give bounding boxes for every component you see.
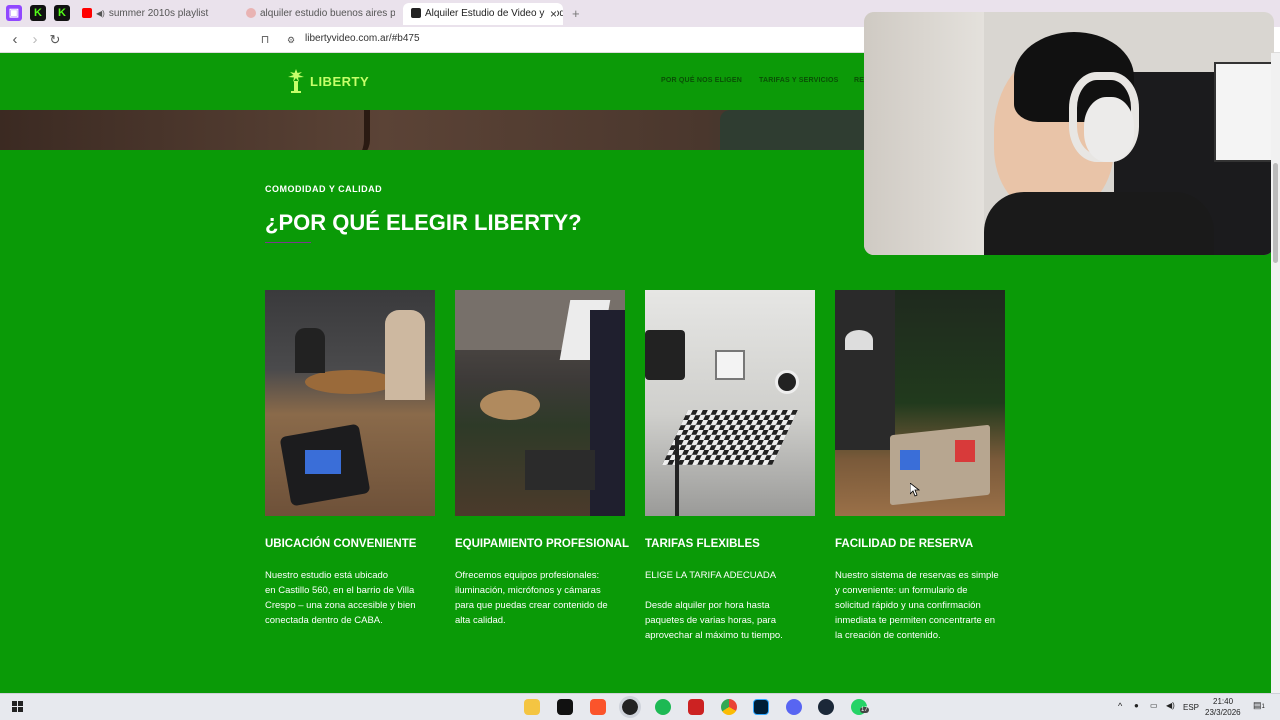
- language-indicator[interactable]: ESP: [1183, 703, 1199, 712]
- feature-card-ubicacion: UBICACIÓN CONVENIENTE Nuestro estudio es…: [265, 290, 435, 626]
- kick-pinned-tab-icon-2[interactable]: K: [54, 5, 70, 21]
- feature-description: ELIGE LA TARIFA ADECUADA Desde alquiler …: [645, 570, 783, 641]
- youtube-icon: [82, 8, 92, 19]
- file-explorer-icon[interactable]: [524, 699, 540, 715]
- obs-icon[interactable]: [619, 696, 641, 718]
- scrollbar-thumb[interactable]: [1273, 163, 1278, 263]
- logo-text: LIBERTY: [310, 73, 370, 89]
- nav-link-reservas[interactable]: RE: [854, 77, 864, 84]
- feature-title: TARIFAS FLEXIBLES: [645, 538, 760, 550]
- feature-card-equipamiento: EQUIPAMIENTO PROFESIONAL Ofrecemos equip…: [455, 290, 629, 626]
- steam-icon[interactable]: [818, 699, 834, 715]
- studio-equipment-photo: [455, 290, 625, 516]
- feature-title: UBICACIÓN CONVENIENTE: [265, 538, 417, 550]
- photoshop-icon[interactable]: [753, 699, 769, 715]
- section-heading: ¿POR QUÉ ELEGIR LIBERTY?: [265, 210, 582, 235]
- chrome-icon[interactable]: [721, 699, 737, 715]
- clock-time[interactable]: 21:40: [1213, 697, 1233, 706]
- feature-title: FACILIDAD DE RESERVA: [835, 538, 974, 550]
- network-icon[interactable]: ▭: [1150, 701, 1158, 710]
- feature-description: Ofrecemos equipos profesionales: ilumina…: [455, 570, 608, 626]
- tab-label: Alquiler Estudio de Video y Pod: [425, 8, 563, 19]
- tab-youtube-playlist[interactable]: ◀) summer 2010s playlist: [78, 3, 228, 25]
- laptop-desk-photo: [835, 290, 1005, 516]
- speaker-icon: ◀): [96, 9, 105, 18]
- site-info-icon[interactable]: ⚙: [282, 31, 300, 49]
- kick-pinned-tab-icon[interactable]: K: [30, 5, 46, 21]
- url-field[interactable]: libertyvideo.com.ar/#b475: [305, 33, 420, 44]
- tab-label: summer 2010s playlist: [108, 8, 209, 19]
- webcam-overlay: [864, 12, 1274, 255]
- tab-google-search[interactable]: alquiler estudio buenos aires por hor: [240, 3, 395, 25]
- back-icon[interactable]: ‹: [6, 31, 24, 49]
- valorant-icon[interactable]: [688, 699, 704, 715]
- liberty-logo[interactable]: LIBERTY: [286, 67, 369, 95]
- feature-description: Nuestro sistema de reservas es simple y …: [835, 570, 999, 641]
- nav-link-tarifas[interactable]: TARIFAS Y SERVICIOS: [759, 77, 839, 84]
- clock-date[interactable]: 23/3/2026: [1205, 708, 1241, 717]
- nav-link-por-que[interactable]: POR QUÉ NOS ELIGEN: [661, 77, 742, 84]
- tab-liberty-active[interactable]: Alquiler Estudio de Video y Pod ×: [403, 3, 563, 25]
- mouse-cursor-icon: [910, 483, 920, 497]
- capcut-icon[interactable]: [557, 699, 573, 715]
- podcast-studio-photo: [265, 290, 435, 516]
- reload-icon[interactable]: ↻: [46, 31, 64, 49]
- twitch-pinned-tab-icon[interactable]: ▣: [6, 5, 22, 21]
- microphone-icon[interactable]: ●: [1134, 701, 1139, 710]
- notifications-count: 1: [1261, 704, 1265, 710]
- section-eyebrow: COMODIDAD Y CALIDAD: [265, 184, 383, 194]
- white-studio-photo: [645, 290, 815, 516]
- discord-icon[interactable]: [786, 699, 802, 715]
- whatsapp-badge: 17: [860, 707, 869, 713]
- tray-chevron-icon[interactable]: ^: [1118, 701, 1122, 711]
- heading-underline: [265, 242, 311, 243]
- statue-of-liberty-icon: [288, 69, 304, 93]
- bookmark-icon[interactable]: ⊓: [256, 31, 274, 49]
- feature-card-reserva: FACILIDAD DE RESERVA Nuestro sistema de …: [835, 290, 1005, 641]
- google-icon: [246, 8, 256, 19]
- new-tab-button[interactable]: +: [572, 3, 584, 25]
- close-tab-icon[interactable]: ×: [545, 3, 557, 25]
- feature-card-tarifas: TARIFAS FLEXIBLES ELIGE LA TARIFA ADECUA…: [645, 290, 815, 641]
- tab-label: alquiler estudio buenos aires por hor: [260, 8, 395, 19]
- volume-icon[interactable]: ◀): [1166, 701, 1175, 710]
- notifications-icon[interactable]: ▤1: [1253, 700, 1265, 711]
- windows-taskbar: 17 ^ ● ▭ ◀) ESP 21:40 23/3/2026 ▤1: [0, 693, 1280, 720]
- feature-title: EQUIPAMIENTO PROFESIONAL: [455, 538, 630, 550]
- forward-icon[interactable]: ›: [26, 31, 44, 49]
- whatsapp-icon[interactable]: 17: [851, 699, 869, 715]
- feature-description: Nuestro estudio está ubicado en Castillo…: [265, 570, 416, 626]
- brave-browser-icon[interactable]: [590, 699, 606, 715]
- spotify-icon[interactable]: [655, 699, 671, 715]
- liberty-favicon-icon: [411, 8, 421, 19]
- page-scrollbar[interactable]: [1271, 53, 1280, 693]
- windows-start-icon[interactable]: [10, 699, 26, 715]
